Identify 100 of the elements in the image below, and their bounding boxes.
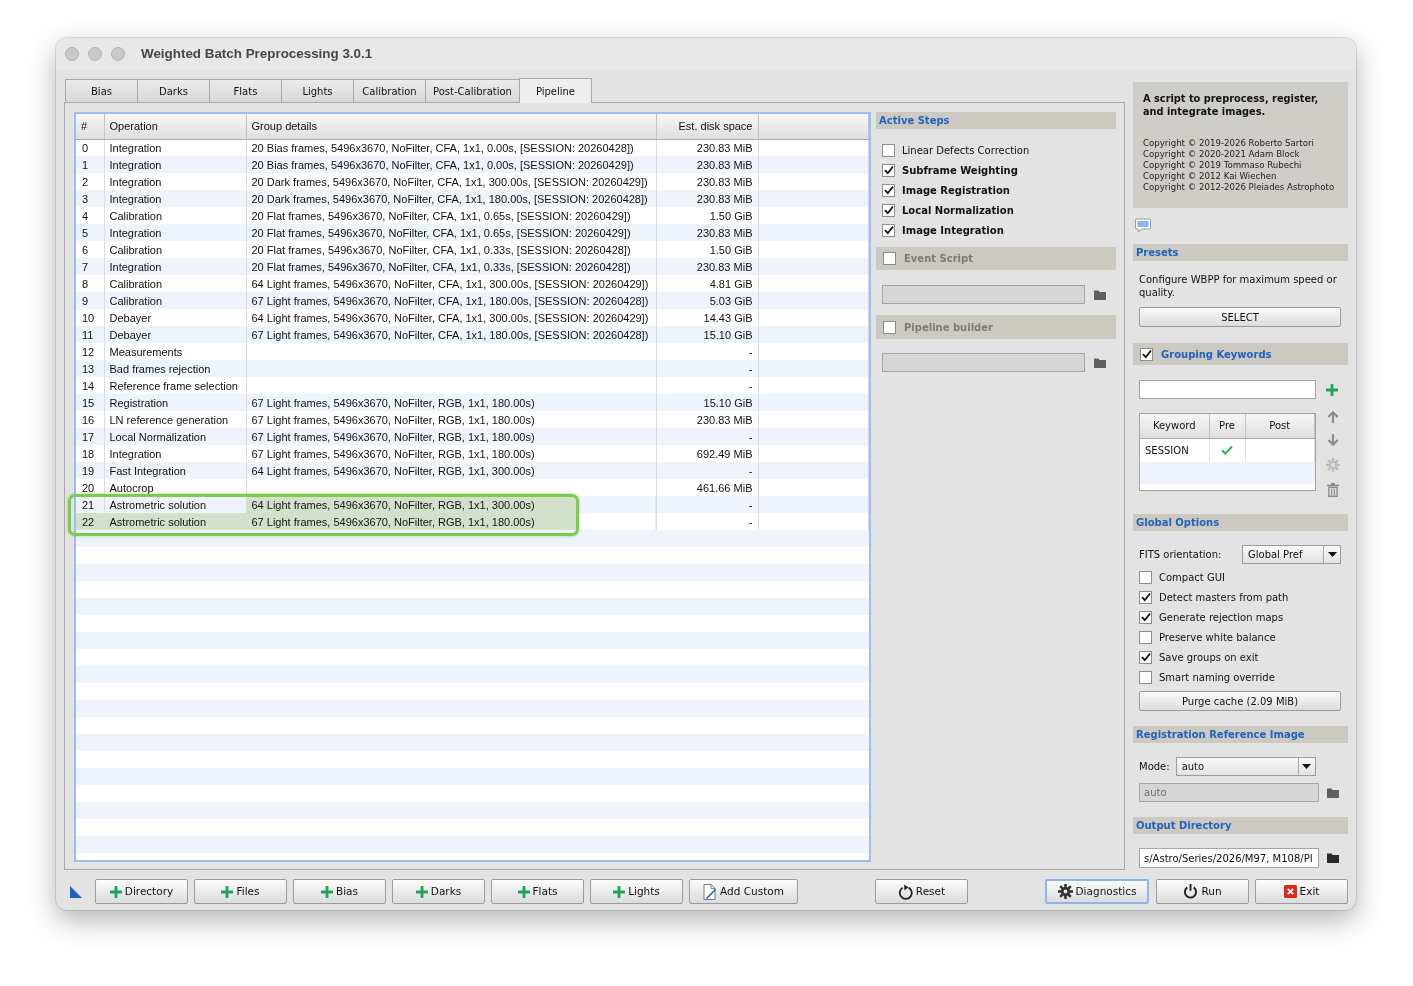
checkbox[interactable] bbox=[1139, 590, 1152, 604]
table-cell: Registration bbox=[104, 394, 246, 411]
description-text: Configure WBPP for maximum speed or quality. bbox=[1138, 273, 1338, 299]
reset-button[interactable]: Reset bbox=[875, 879, 968, 904]
copyright-text: Copyright © 2019 Tommaso Rubechi bbox=[1143, 160, 1303, 171]
table-cell: 14.43 GiB bbox=[656, 309, 758, 326]
table-cell: 20 Flat frames, 5496x3670, NoFilter, CFA, 1x1, 0.33s, [SESSION: 20260428]) bbox=[246, 258, 656, 275]
table-cell: Integration bbox=[104, 224, 246, 241]
table-cell: Integration bbox=[104, 156, 246, 173]
triangle-icon[interactable] bbox=[70, 886, 82, 898]
column-header[interactable]: Post bbox=[1245, 414, 1315, 438]
table-cell: 230.83 MiB bbox=[656, 156, 758, 173]
minimize-button[interactable] bbox=[88, 47, 102, 61]
checkbox[interactable] bbox=[1140, 347, 1153, 361]
table-cell: - bbox=[656, 428, 758, 445]
power-icon bbox=[1183, 884, 1199, 899]
tab[interactable]: Post-Calibration bbox=[425, 79, 520, 102]
column-header[interactable]: Keyword bbox=[1140, 414, 1209, 438]
table-cell: Calibration bbox=[104, 207, 246, 224]
add-button[interactable]: Files bbox=[194, 879, 287, 904]
folder-icon[interactable] bbox=[1327, 853, 1339, 863]
checkbox[interactable] bbox=[1139, 570, 1152, 584]
checkbox[interactable] bbox=[1139, 630, 1152, 644]
trash-icon[interactable] bbox=[1327, 483, 1339, 497]
table-cell: 1.50 GiB bbox=[656, 207, 758, 224]
table-cell: 1.50 GiB bbox=[656, 241, 758, 258]
close-button[interactable] bbox=[65, 47, 79, 61]
caret-icon bbox=[1327, 552, 1337, 557]
column-header[interactable]: Pre bbox=[1209, 414, 1245, 438]
checkbox[interactable] bbox=[883, 320, 896, 334]
tab[interactable]: Calibration bbox=[353, 79, 426, 102]
tab[interactable]: Pipeline bbox=[518, 78, 592, 103]
table-cell: Measurements bbox=[104, 343, 246, 360]
checkbox[interactable] bbox=[882, 163, 895, 177]
plus-icon bbox=[613, 885, 626, 898]
dropdown[interactable]: Global Pref bbox=[1242, 545, 1341, 564]
column-header[interactable]: # bbox=[76, 114, 104, 139]
table-cell: 20 Bias frames, 5496x3670, NoFilter, CFA, 1x1, 0.00s, [SESSION: 20260429]) bbox=[246, 156, 656, 173]
section-title: Grouping Keywords bbox=[1161, 347, 1272, 362]
folder-icon[interactable] bbox=[1094, 289, 1106, 300]
table-cell: 20 Dark frames, 5496x3670, NoFilter, CFA, 1x1, 300.00s, [SESSION: 20260429]) bbox=[246, 173, 656, 190]
input-field[interactable]: s/Astro/Series/2026/M97, M108/PI bbox=[1139, 848, 1319, 868]
checkbox[interactable] bbox=[883, 252, 896, 265]
speech-bubble-icon[interactable] bbox=[1135, 218, 1151, 233]
arrow-up-icon[interactable] bbox=[1327, 410, 1339, 423]
arrow-down-icon[interactable] bbox=[1327, 434, 1339, 447]
checkbox[interactable] bbox=[882, 143, 895, 157]
checkbox[interactable] bbox=[1139, 670, 1152, 684]
input-field[interactable] bbox=[882, 285, 1085, 304]
checkbox-label: Linear Defects Correction bbox=[902, 143, 1030, 158]
add-button[interactable]: Flats bbox=[491, 879, 584, 904]
checkbox[interactable] bbox=[1139, 650, 1152, 664]
checkbox-label: Detect masters from path bbox=[1159, 590, 1289, 605]
table-cell: Integration bbox=[104, 445, 246, 462]
custom-button[interactable]: Add Custom bbox=[689, 879, 798, 904]
plus-icon bbox=[221, 885, 234, 898]
run-button[interactable]: Run bbox=[1156, 879, 1249, 904]
table-cell: SESSION bbox=[1140, 438, 1209, 462]
plus-icon bbox=[517, 885, 530, 898]
checkbox[interactable] bbox=[882, 183, 895, 197]
dropdown[interactable]: auto bbox=[1175, 757, 1316, 776]
table-cell: 20 Dark frames, 5496x3670, NoFilter, CFA, 1x1, 180.00s, [SESSION: 20260428]) bbox=[246, 190, 656, 207]
select-button[interactable]: SELECT bbox=[1139, 307, 1341, 327]
tab[interactable]: Lights bbox=[281, 79, 354, 102]
tab[interactable]: Flats bbox=[209, 79, 282, 102]
folder-icon[interactable] bbox=[1094, 357, 1106, 368]
checkbox[interactable] bbox=[882, 223, 895, 237]
diagnostics-button[interactable]: Diagnostics bbox=[1045, 879, 1149, 904]
column-header[interactable]: Est. disk space bbox=[656, 114, 758, 139]
table-cell: 230.83 MiB bbox=[656, 258, 758, 275]
copyright-text: Copyright © 2012 Kai Wiechen bbox=[1143, 171, 1278, 182]
column-header[interactable]: Operation bbox=[104, 114, 246, 139]
zoom-button[interactable] bbox=[111, 47, 125, 61]
tab[interactable]: Bias bbox=[65, 79, 138, 102]
table-cell: Reference frame selection bbox=[104, 377, 246, 394]
circular-arrow-icon bbox=[897, 883, 913, 900]
section-title: Registration Reference Image bbox=[1136, 728, 1305, 742]
checkbox[interactable] bbox=[1139, 610, 1152, 624]
section-title: Pipeline builder bbox=[904, 320, 993, 335]
purge-cache-button[interactable]: Purge cache (2.09 MiB) bbox=[1139, 691, 1341, 711]
checkbox[interactable] bbox=[882, 203, 895, 217]
add-button[interactable]: Darks bbox=[392, 879, 485, 904]
add-button[interactable]: Lights bbox=[590, 879, 683, 904]
section-title: Active Steps bbox=[879, 114, 950, 128]
input-field[interactable] bbox=[882, 353, 1085, 372]
folder-icon[interactable] bbox=[1327, 787, 1339, 798]
add-button[interactable]: Bias bbox=[293, 879, 386, 904]
table-cell: - bbox=[656, 343, 758, 360]
section-title: Output Directory bbox=[1136, 819, 1232, 833]
input-field[interactable] bbox=[1139, 380, 1316, 399]
table-cell: 67 Light frames, 5496x3670, NoFilter, RGB, 1x1, 180.00s) bbox=[246, 513, 656, 530]
tab[interactable]: Darks bbox=[137, 79, 210, 102]
column-header[interactable]: Group details bbox=[246, 114, 656, 139]
table-cell: - bbox=[656, 377, 758, 394]
copyright-text: Copyright © 2020-2021 Adam Block bbox=[1143, 149, 1301, 160]
copyright-text: Copyright © 2012-2026 Pleiades Astrophoto bbox=[1143, 182, 1336, 193]
add-button[interactable]: Directory bbox=[95, 879, 188, 904]
exit-button[interactable]: Exit bbox=[1255, 879, 1348, 904]
plus-icon[interactable] bbox=[1326, 383, 1338, 396]
plus-icon bbox=[415, 885, 428, 898]
